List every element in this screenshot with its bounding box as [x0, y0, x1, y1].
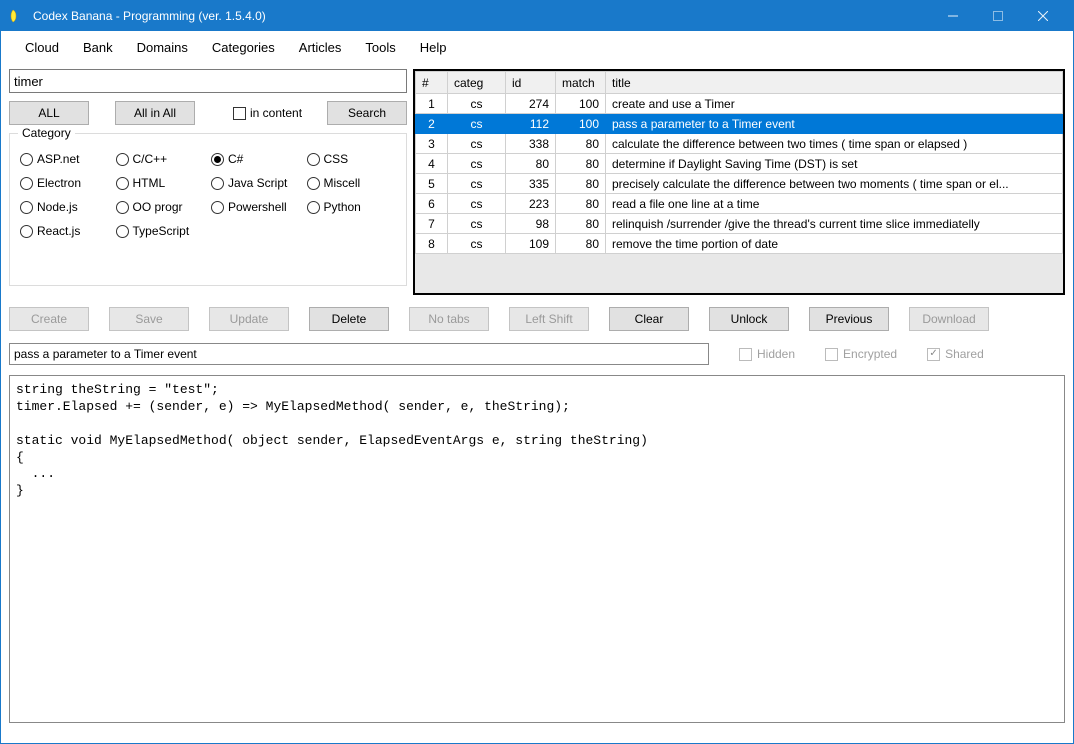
category-radio[interactable]: OO progr	[116, 200, 206, 214]
radio-icon	[307, 177, 320, 190]
radio-icon	[116, 153, 129, 166]
category-radio[interactable]: C/C++	[116, 152, 206, 166]
category-radio[interactable]: TypeScript	[116, 224, 206, 238]
checkbox-icon	[233, 107, 246, 120]
radio-icon	[116, 177, 129, 190]
checkbox-icon	[927, 348, 940, 361]
update-button: Update	[209, 307, 289, 331]
menu-help[interactable]: Help	[408, 34, 459, 61]
table-row[interactable]: 6cs22380read a file one line at a time	[416, 194, 1063, 214]
checkbox-icon	[825, 348, 838, 361]
search-button[interactable]: Search	[327, 101, 407, 125]
clear-button[interactable]: Clear	[609, 307, 689, 331]
col-id[interactable]: id	[506, 72, 556, 94]
titlebar: Codex Banana - Programming (ver. 1.5.4.0…	[1, 1, 1073, 31]
category-radio[interactable]: ASP.net	[20, 152, 110, 166]
menu-bank[interactable]: Bank	[71, 34, 125, 61]
previous-button[interactable]: Previous	[809, 307, 889, 331]
minimize-button[interactable]	[930, 1, 975, 31]
category-radio[interactable]: Java Script	[211, 176, 301, 190]
download-button: Download	[909, 307, 989, 331]
col-match[interactable]: match	[556, 72, 606, 94]
radio-icon	[20, 177, 33, 190]
checkbox-icon	[739, 348, 752, 361]
radio-icon	[211, 201, 224, 214]
category-group: Category ASP.netC/C++C#CSSElectronHTMLJa…	[9, 133, 407, 286]
radio-icon	[211, 177, 224, 190]
category-radio[interactable]: Node.js	[20, 200, 110, 214]
create-button: Create	[9, 307, 89, 331]
app-icon	[9, 8, 25, 24]
category-radio[interactable]: React.js	[20, 224, 110, 238]
menu-domains[interactable]: Domains	[125, 34, 200, 61]
menu-tools[interactable]: Tools	[353, 34, 407, 61]
radio-icon	[307, 201, 320, 214]
menubar: CloudBankDomainsCategoriesArticlesToolsH…	[1, 31, 1073, 63]
category-radio[interactable]: CSS	[307, 152, 397, 166]
table-row[interactable]: 4cs8080determine if Daylight Saving Time…	[416, 154, 1063, 174]
radio-icon	[20, 201, 33, 214]
in-content-label: in content	[250, 106, 302, 120]
save-button: Save	[109, 307, 189, 331]
radio-icon	[20, 153, 33, 166]
col-title[interactable]: title	[606, 72, 1063, 94]
category-radio[interactable]: Powershell	[211, 200, 301, 214]
all-in-all-button[interactable]: All in All	[115, 101, 195, 125]
delete-button[interactable]: Delete	[309, 307, 389, 331]
table-row[interactable]: 2cs112100pass a parameter to a Timer eve…	[416, 114, 1063, 134]
radio-icon	[116, 201, 129, 214]
category-legend: Category	[18, 126, 75, 140]
table-row[interactable]: 7cs9880relinquish /surrender /give the t…	[416, 214, 1063, 234]
category-radio[interactable]: HTML	[116, 176, 206, 190]
results-table[interactable]: # categ id match title 1cs274100create a…	[413, 69, 1065, 295]
table-row[interactable]: 3cs33880calculate the difference between…	[416, 134, 1063, 154]
hidden-checkbox: Hidden	[739, 347, 795, 361]
category-radio[interactable]: Python	[307, 200, 397, 214]
article-title-input[interactable]	[9, 343, 709, 365]
close-button[interactable]	[1020, 1, 1065, 31]
window-title: Codex Banana - Programming (ver. 1.5.4.0…	[33, 9, 930, 23]
radio-icon	[116, 225, 129, 238]
menu-categories[interactable]: Categories	[200, 34, 287, 61]
shared-checkbox: Shared	[927, 347, 984, 361]
table-row[interactable]: 8cs10980remove the time portion of date	[416, 234, 1063, 254]
radio-icon	[211, 153, 224, 166]
category-radio[interactable]: Miscell	[307, 176, 397, 190]
maximize-button[interactable]	[975, 1, 1020, 31]
encrypted-checkbox: Encrypted	[825, 347, 897, 361]
search-input[interactable]	[9, 69, 407, 93]
menu-articles[interactable]: Articles	[287, 34, 354, 61]
unlock-button[interactable]: Unlock	[709, 307, 789, 331]
in-content-checkbox[interactable]: in content	[233, 106, 302, 120]
leftshift-button: Left Shift	[509, 307, 589, 331]
col-num[interactable]: #	[416, 72, 448, 94]
radio-icon	[20, 225, 33, 238]
category-radio[interactable]: C#	[211, 152, 301, 166]
table-row[interactable]: 5cs33580precisely calculate the differen…	[416, 174, 1063, 194]
all-button[interactable]: ALL	[9, 101, 89, 125]
menu-cloud[interactable]: Cloud	[13, 34, 71, 61]
radio-icon	[307, 153, 320, 166]
window-controls	[930, 1, 1065, 31]
code-textarea[interactable]	[9, 375, 1065, 723]
notabs-button: No tabs	[409, 307, 489, 331]
table-row[interactable]: 1cs274100create and use a Timer	[416, 94, 1063, 114]
category-radio[interactable]: Electron	[20, 176, 110, 190]
col-categ[interactable]: categ	[448, 72, 506, 94]
